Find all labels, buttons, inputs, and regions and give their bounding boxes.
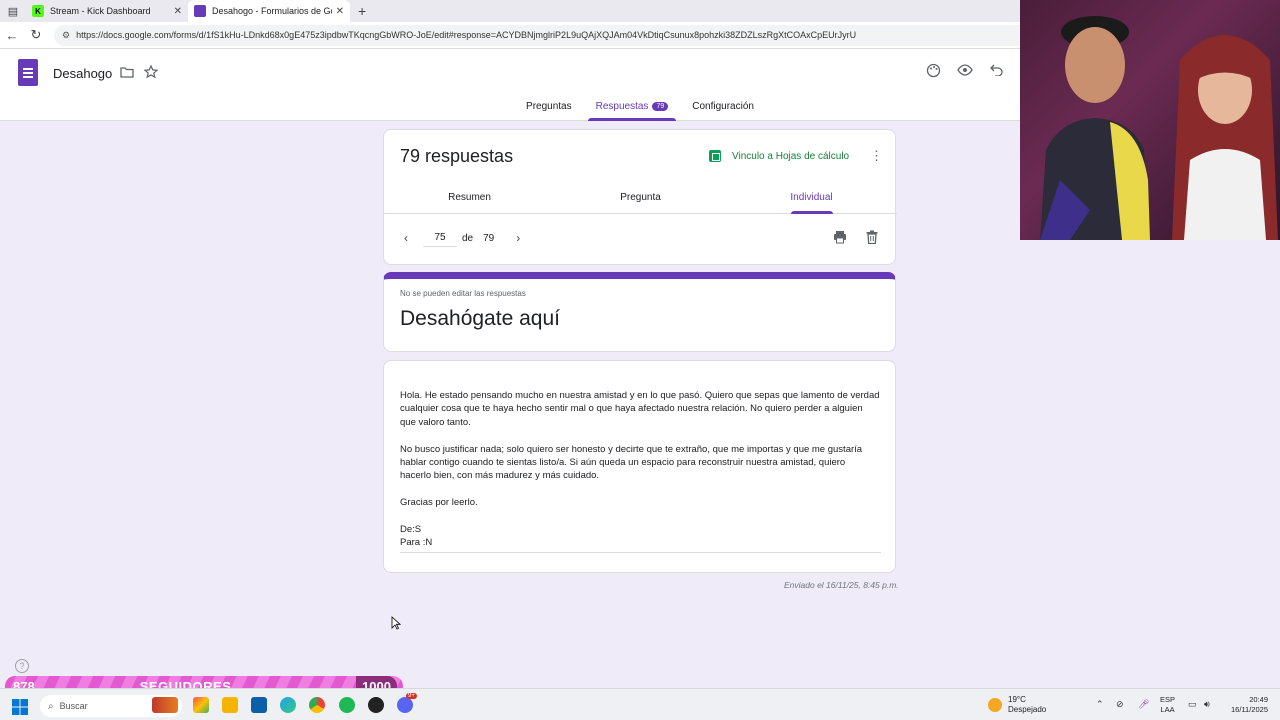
new-tab-icon[interactable]: + — [358, 3, 366, 19]
back-icon[interactable]: ← — [0, 28, 24, 43]
weather-temp: 19°C — [1008, 695, 1026, 704]
obs-icon[interactable] — [368, 697, 384, 713]
previous-response-icon[interactable]: ‹ — [404, 231, 408, 245]
pager-total: 79 — [483, 232, 495, 244]
lang-code: ESP — [1160, 695, 1176, 704]
delete-icon[interactable] — [865, 230, 879, 244]
streamer-person-image — [1040, 16, 1150, 240]
response-view-tabs: Resumen Pregunta Individual — [384, 186, 897, 214]
tab-actions-icon[interactable]: ▤ — [0, 0, 26, 22]
discord-icon[interactable] — [397, 697, 413, 713]
site-info-icon[interactable]: ⚙ — [62, 30, 70, 41]
close-tab-icon[interactable]: ✕ — [174, 6, 182, 17]
form-title-card: No se pueden editar las respuestas Desah… — [383, 272, 896, 352]
clock-date: 16/11/2025 — [1231, 705, 1268, 714]
document-title[interactable]: Desahogo — [53, 66, 112, 81]
tab-respuestas[interactable]: Respuestas 79 — [587, 97, 677, 121]
edge-icon[interactable] — [280, 697, 296, 713]
sheets-icon — [709, 150, 721, 162]
url-input[interactable]: ⚙ https://docs.google.com/forms/d/1fS1kH… — [54, 24, 1054, 46]
responses-card: 79 respuestas Vinculo a Hojas de cálculo… — [383, 129, 897, 265]
lang-layout: LAA — [1160, 705, 1175, 714]
next-response-icon[interactable]: › — [516, 231, 520, 245]
link-to-sheets-button[interactable]: Vinculo a Hojas de cálculo — [709, 150, 849, 162]
widget-app-icon[interactable] — [152, 697, 178, 713]
tab-title: Stream - Kick Dashboard — [50, 6, 151, 16]
volume-icon[interactable]: 🔊︎ — [1204, 699, 1210, 710]
network-icon[interactable]: ⊘ — [1116, 699, 1124, 710]
tab-label: Respuestas — [595, 101, 649, 112]
more-options-icon[interactable]: ⋮ — [870, 148, 883, 164]
spotify-icon[interactable] — [339, 697, 355, 713]
mouse-cursor-icon — [391, 616, 401, 630]
webcam-overlay — [1020, 0, 1280, 240]
weather-moon-icon — [988, 698, 1002, 712]
language-indicator[interactable]: ESP LAA — [1160, 695, 1175, 715]
answer-card: Hola. He estado pensando mucho en nuestr… — [383, 360, 896, 573]
chevron-up-icon[interactable]: ⌃ — [1096, 699, 1104, 710]
folder-icon[interactable] — [120, 66, 134, 78]
forms-icon — [194, 5, 206, 17]
file-explorer-icon[interactable] — [222, 697, 238, 713]
response-number-input[interactable]: 75 — [423, 229, 457, 247]
response-count-badge: 79 — [652, 102, 669, 111]
forms-logo-icon[interactable] — [18, 59, 38, 86]
response-count: 79 respuestas — [400, 146, 514, 166]
chrome-icon[interactable] — [309, 697, 325, 713]
tab-individual[interactable]: Individual — [726, 186, 897, 214]
preview-eye-icon[interactable] — [957, 64, 973, 76]
star-icon[interactable] — [144, 65, 158, 79]
pager-of-label: de — [462, 232, 474, 244]
display-icon[interactable]: ▭ — [1188, 699, 1197, 710]
palette-icon[interactable] — [926, 63, 941, 78]
weather-desc: Despejado — [1008, 705, 1047, 714]
form-title: Desahógate aquí — [400, 307, 560, 330]
tab-kick-dashboard[interactable]: K Stream - Kick Dashboard ✕ — [26, 0, 188, 22]
system-clock[interactable]: 20:49 16/11/2025 — [1222, 695, 1268, 715]
tab-resumen[interactable]: Resumen — [384, 186, 555, 213]
microphone-icon[interactable]: 🎤︎ — [1138, 699, 1149, 710]
tab-label: Preguntas — [526, 101, 572, 112]
kick-icon: K — [32, 5, 44, 17]
taskbar: ⌕ Buscar 9+ 19°C Despejado ⌃ ⊘ 🎤︎ ESP LAA … — [0, 688, 1280, 720]
tab-pregunta[interactable]: Pregunta — [555, 186, 726, 213]
cannot-edit-note: No se pueden editar las respuestas — [400, 289, 526, 298]
search-placeholder: Buscar — [59, 701, 88, 711]
tab-configuracion[interactable]: Configuración — [684, 97, 762, 121]
search-icon: ⌕ — [48, 700, 54, 712]
url-text: https://docs.google.com/forms/d/1fS1kHu-… — [76, 30, 857, 40]
response-pager: ‹ 75 de 79 › — [384, 226, 897, 250]
windows-start-icon[interactable] — [12, 699, 28, 715]
close-tab-icon[interactable]: ✕ — [336, 6, 344, 17]
tab-label: Configuración — [692, 101, 754, 112]
reload-icon[interactable]: ↻ — [24, 27, 48, 43]
clock-time: 20:49 — [1249, 695, 1268, 704]
submitted-timestamp: Enviado el 16/11/25, 8:45 p.m. — [784, 580, 899, 590]
undo-icon[interactable] — [990, 64, 1004, 76]
streamer-person-image — [1172, 35, 1278, 240]
tab-google-forms[interactable]: Desahogo - Formularios de Goog ✕ — [188, 0, 350, 22]
notification-badge: 9+ — [406, 693, 417, 699]
sheets-link-label: Vinculo a Hojas de cálculo — [732, 150, 850, 162]
tab-preguntas[interactable]: Preguntas — [518, 97, 580, 121]
print-icon[interactable] — [833, 230, 847, 244]
tab-title: Desahogo - Formularios de Goog — [212, 6, 332, 16]
help-icon[interactable]: ? — [15, 659, 29, 673]
answer-text: Hola. He estado pensando mucho en nuestr… — [400, 389, 881, 553]
store-icon[interactable] — [251, 697, 267, 713]
app-icon[interactable] — [193, 697, 209, 713]
